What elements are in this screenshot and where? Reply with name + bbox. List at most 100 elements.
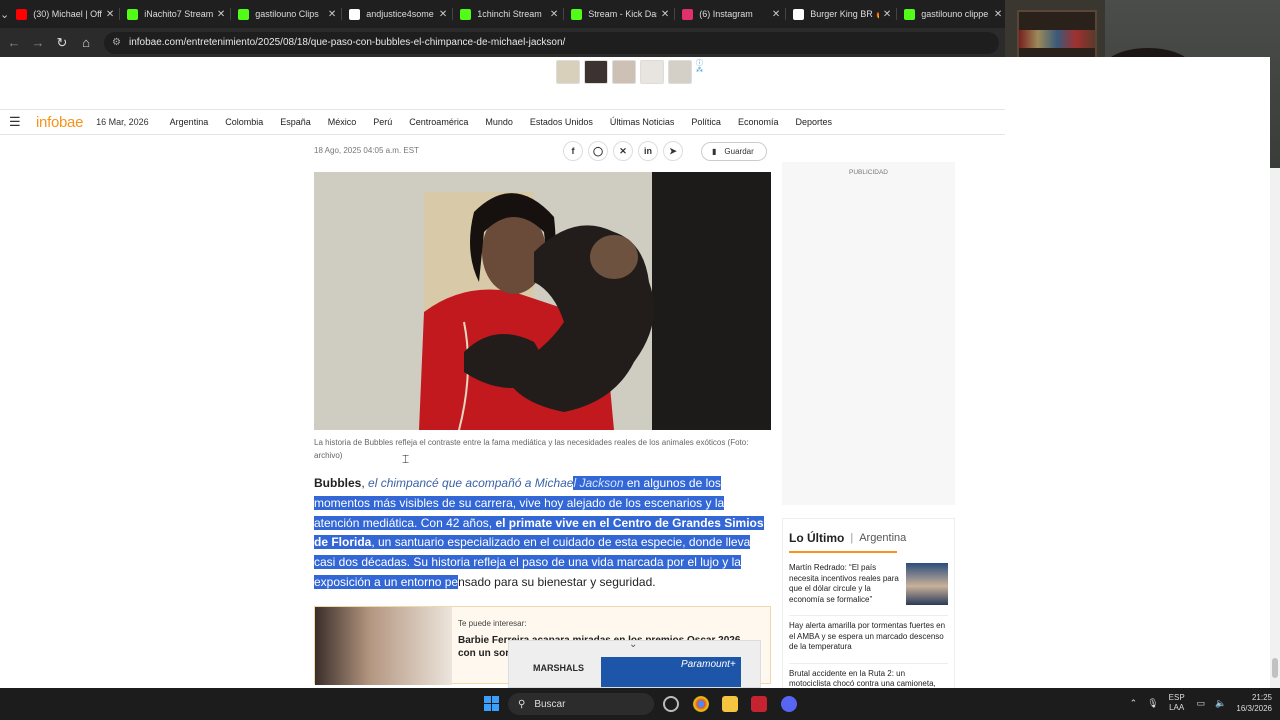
ad-product-thumb[interactable] xyxy=(556,60,580,84)
lang-layout: LAA xyxy=(1169,703,1185,712)
latest-region[interactable]: Argentina xyxy=(859,532,906,544)
x-icon xyxy=(349,8,361,20)
nav-link[interactable]: Argentina xyxy=(170,117,209,127)
web-page: ⓘ ⁂ ☰ infobae 16 Mar, 2026 Argentina Colom… xyxy=(0,57,1270,688)
taskbar: ⚲ Buscar ⌃ 🎙 ESP LAA ▭ 🔈 21:25 16/3/2026 xyxy=(0,688,1280,720)
nav-link[interactable]: Perú xyxy=(373,117,392,127)
chrome-icon[interactable] xyxy=(693,696,709,712)
taskbar-search[interactable]: ⚲ Buscar xyxy=(508,693,654,715)
forward-icon[interactable]: → xyxy=(26,35,50,50)
chevron-up-icon[interactable]: ⌃ xyxy=(1130,698,1138,709)
microphone-icon[interactable]: 🎙 xyxy=(1147,698,1158,709)
address-bar[interactable]: ⚙ infobae.com/entretenimiento/2025/08/18… xyxy=(104,31,999,54)
close-tab-icon[interactable]: ✕ xyxy=(994,9,1002,20)
tab-search-button[interactable]: ⌄ xyxy=(0,0,9,28)
tab-title: Stream - Kick Das xyxy=(588,9,657,19)
nav-link[interactable]: Mundo xyxy=(485,117,513,127)
telegram-icon[interactable]: ➤ xyxy=(663,141,683,161)
nav-link[interactable]: Centroamérica xyxy=(409,117,468,127)
page-scrollbar[interactable] xyxy=(1270,168,1280,688)
nav-links: Argentina Colombia España México Perú Centroa… xyxy=(170,117,849,127)
ad-product-thumb[interactable] xyxy=(668,60,692,84)
youtube-icon xyxy=(16,8,28,20)
ad-product-thumb[interactable] xyxy=(612,60,636,84)
bold-subject: Bubbles xyxy=(314,476,362,490)
kick-icon xyxy=(460,8,472,20)
close-tab-icon[interactable]: ✕ xyxy=(772,9,780,20)
windows-start-icon[interactable] xyxy=(484,696,499,711)
nav-link[interactable]: México xyxy=(328,117,357,127)
reload-icon[interactable]: ↻ xyxy=(50,35,74,51)
site-logo[interactable]: infobae xyxy=(36,114,83,131)
close-tab-icon[interactable]: ✕ xyxy=(550,9,558,20)
app-icon[interactable] xyxy=(751,696,767,712)
photo-caption: La historia de Bubbles refleja el contra… xyxy=(314,438,749,460)
nav-link[interactable]: Deportes xyxy=(795,117,832,127)
linkedin-icon[interactable]: in xyxy=(638,141,658,161)
accent-rule xyxy=(789,551,897,553)
instagram-icon xyxy=(682,8,694,20)
home-icon[interactable]: ⌂ xyxy=(74,35,98,50)
ad-choices-icon[interactable]: ⓘ ⁂ xyxy=(696,60,703,86)
browser-tab[interactable]: andjustice4some ✕ xyxy=(342,0,454,28)
ad-label: PUBLICIDAD xyxy=(848,169,888,176)
close-tab-icon[interactable]: ✕ xyxy=(328,9,336,20)
article-photo xyxy=(314,172,771,430)
save-button[interactable]: ▮ Guardar xyxy=(701,142,767,161)
whatsapp-icon[interactable]: ◯ xyxy=(588,141,608,161)
news-item[interactable]: Martín Redrado: “El país necesita incent… xyxy=(789,563,948,605)
file-explorer-icon[interactable] xyxy=(722,696,738,712)
close-tab-icon[interactable]: ✕ xyxy=(661,9,669,20)
article-link[interactable]: el chimpancé que acompañó a Michae xyxy=(368,476,573,490)
tab-title: 1chinchi Stream xyxy=(477,9,542,19)
network-icon[interactable]: ▭ xyxy=(1197,698,1206,709)
nav-link[interactable]: España xyxy=(280,117,311,127)
news-item[interactable]: Hay alerta amarilla por tormentas fuerte… xyxy=(789,615,948,653)
browser-tab[interactable]: (6) Instagram ✕ xyxy=(675,0,787,28)
browser-tab[interactable]: 1chinchi Stream ✕ xyxy=(453,0,565,28)
volume-icon[interactable]: 🔈 xyxy=(1215,698,1226,709)
browser-tab[interactable]: Stream - Kick Das ✕ xyxy=(564,0,676,28)
browser-tab[interactable]: gastilouno clippe ✕ xyxy=(897,0,1009,28)
scrollbar-thumb[interactable] xyxy=(1272,658,1278,678)
top-ad-strip[interactable]: ⓘ ⁂ xyxy=(556,60,703,86)
x-icon[interactable]: ✕ xyxy=(613,141,633,161)
video-ad-popup[interactable]: ⌄ MARSHALS Paramount+ xyxy=(508,639,761,688)
save-label: Guardar xyxy=(724,147,754,156)
article-link-selected[interactable]: l Jackson xyxy=(573,476,623,490)
nav-link[interactable]: Política xyxy=(691,117,721,127)
chevron-down-icon[interactable]: ⌄ xyxy=(629,639,637,650)
browser-tab[interactable]: (30) Michael | Offi ✕ xyxy=(9,0,121,28)
close-tab-icon[interactable]: ✕ xyxy=(439,9,447,20)
close-tab-icon[interactable]: ✕ xyxy=(106,9,114,20)
tab-list: (30) Michael | Offi ✕ iNachito7 Stream ✕ gas… xyxy=(9,0,1009,28)
menu-icon[interactable]: ☰ xyxy=(9,114,23,130)
facebook-icon[interactable]: f xyxy=(563,141,583,161)
close-tab-icon[interactable]: ✕ xyxy=(883,9,891,20)
language-indicator[interactable]: ESP LAA xyxy=(1169,693,1185,713)
site-settings-icon[interactable]: ⚙ xyxy=(112,37,121,48)
nav-link[interactable]: Colombia xyxy=(225,117,263,127)
photo-illustration xyxy=(314,172,771,430)
related-article-image[interactable] xyxy=(315,607,452,685)
ad-product-thumb[interactable] xyxy=(640,60,664,84)
tab-title: andjustice4some xyxy=(366,9,434,19)
copilot-icon[interactable] xyxy=(663,696,679,712)
news-item[interactable]: Brutal accidente en la Ruta 2: un motoci… xyxy=(789,662,948,688)
kick-icon xyxy=(904,8,916,20)
ad-banner[interactable]: Paramount+ xyxy=(601,657,741,687)
nav-link[interactable]: Últimas Noticias xyxy=(610,117,675,127)
sidebar-ad[interactable]: PUBLICIDAD xyxy=(782,162,955,505)
news-headline[interactable]: Martín Redrado: “El país necesita incent… xyxy=(789,563,900,605)
browser-tab[interactable]: iNachito7 Stream ✕ xyxy=(120,0,232,28)
ad-product-thumb[interactable] xyxy=(584,60,608,84)
browser-tab[interactable]: gastilouno Clips ✕ xyxy=(231,0,343,28)
discord-icon[interactable] xyxy=(781,696,797,712)
browser-tab[interactable]: Burger King BR 🔥 ✕ xyxy=(786,0,898,28)
clock[interactable]: 21:25 16/3/2026 xyxy=(1236,692,1272,714)
back-icon[interactable]: ← xyxy=(2,35,26,50)
news-thumbnail[interactable] xyxy=(906,563,948,605)
nav-link[interactable]: Economía xyxy=(738,117,779,127)
close-tab-icon[interactable]: ✕ xyxy=(217,9,225,20)
nav-link[interactable]: Estados Unidos xyxy=(530,117,593,127)
